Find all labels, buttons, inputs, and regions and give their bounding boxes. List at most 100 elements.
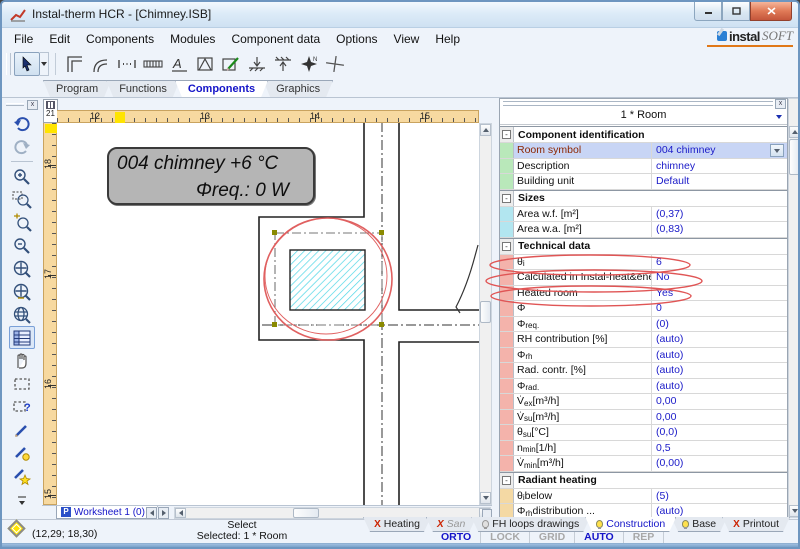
drawing-canvas[interactable]: 004 chimney +6 °C Φreq.: 0 W: [57, 123, 479, 505]
menu-modules[interactable]: Modules: [162, 30, 223, 48]
radiator-icon[interactable]: [140, 52, 166, 76]
tab-heating[interactable]: XHeating: [363, 517, 431, 532]
wall-icon[interactable]: [62, 52, 88, 76]
more-tools-icon[interactable]: [9, 487, 35, 510]
menu-edit[interactable]: Edit: [41, 30, 78, 48]
panel-scroll-thumb[interactable]: [789, 139, 800, 175]
row-description[interactable]: Descriptionchimney: [500, 159, 787, 175]
roof-icon[interactable]: [192, 52, 218, 76]
tab-program[interactable]: Program: [43, 80, 111, 97]
worksheet-next-icon[interactable]: [158, 507, 169, 519]
menu-options[interactable]: Options: [328, 30, 385, 48]
select-arrow-dropdown[interactable]: [40, 52, 49, 76]
section-radiant-heating[interactable]: -Radiant heating: [500, 472, 787, 489]
chimney-body[interactable]: [290, 250, 365, 310]
vscroll-thumb[interactable]: [480, 301, 491, 323]
panel-scroll-down-icon[interactable]: [789, 505, 800, 517]
zoom-window-icon[interactable]: [9, 188, 35, 211]
floor-level-icon[interactable]: [244, 52, 270, 76]
format-wand-icon[interactable]: [9, 441, 35, 464]
menu-view[interactable]: View: [386, 30, 428, 48]
scroll-down-icon[interactable]: [480, 492, 491, 504]
toolbar-grip[interactable]: [6, 53, 11, 75]
row-rad-contr[interactable]: Rad. contr. [%](auto): [500, 363, 787, 379]
panel-selector-dropdown[interactable]: [772, 111, 785, 123]
tab-san[interactable]: XSan: [426, 517, 476, 532]
title-bar[interactable]: Instal-therm HCR - [Chimney.ISB]: [2, 2, 798, 28]
axes-cross-icon[interactable]: [322, 52, 348, 76]
row-rh-contribution[interactable]: RH contribution [%](auto): [500, 332, 787, 348]
left-toolbar-close-icon[interactable]: x: [27, 100, 38, 110]
row-theta-i[interactable]: θi6: [500, 255, 787, 271]
tab-base[interactable]: Base: [671, 517, 727, 532]
ceiling-level-icon[interactable]: [270, 52, 296, 76]
worksheet-prev-icon[interactable]: [146, 507, 157, 519]
row-phi-req[interactable]: Φreq.(0): [500, 317, 787, 333]
row-theta-i-below[interactable]: θi below(5): [500, 489, 787, 505]
panel-splitter[interactable]: [492, 98, 499, 518]
row-v-su[interactable]: V̇su [m³/h]0,00: [500, 410, 787, 426]
tab-printout[interactable]: XPrintout: [722, 517, 790, 532]
row-phi[interactable]: Φ0: [500, 301, 787, 317]
hscroll-thumb[interactable]: [293, 508, 319, 518]
row-n-min[interactable]: nmin [1/h]0,5: [500, 441, 787, 457]
minimize-button[interactable]: [694, 2, 722, 21]
select-arrow-icon[interactable]: [14, 52, 40, 76]
tab-graphics[interactable]: Graphics: [263, 80, 333, 97]
select-query-icon[interactable]: ?: [9, 395, 35, 418]
section-technical-data[interactable]: -Technical data: [500, 238, 787, 255]
break-line-icon[interactable]: [114, 52, 140, 76]
panel-close-icon[interactable]: x: [775, 99, 786, 109]
wall-right-bottom[interactable]: [399, 342, 479, 505]
menu-components[interactable]: Components: [78, 30, 162, 48]
ruler-scale-box[interactable]: 21: [43, 99, 58, 123]
maximize-button[interactable]: [722, 2, 750, 21]
tab-functions[interactable]: Functions: [106, 80, 180, 97]
browse-icon[interactable]: [9, 303, 35, 326]
tab-components[interactable]: Components: [175, 80, 268, 97]
worksheet-tab[interactable]: P Worksheet 1 (0): [56, 506, 158, 519]
row-room-symbol[interactable]: Room symbol004 chimney: [500, 143, 787, 159]
panel-scrollbar[interactable]: [788, 98, 800, 518]
zoom-add-icon[interactable]: [9, 211, 35, 234]
select-window-icon[interactable]: [9, 372, 35, 395]
pipe-arc-icon[interactable]: [88, 52, 114, 76]
scroll-left-icon[interactable]: [175, 508, 186, 518]
text-icon[interactable]: A: [166, 52, 192, 76]
row-building-unit[interactable]: Building unitDefault: [500, 174, 787, 190]
row-phi-rh[interactable]: Φrh(auto): [500, 348, 787, 364]
room-symbol-dropdown-icon[interactable]: [770, 144, 784, 157]
room-label[interactable]: 004 chimney +6 °C Φreq.: 0 W: [107, 147, 315, 205]
tab-fh-loops-drawings[interactable]: FH loops drawings: [471, 517, 590, 532]
row-theta-su[interactable]: θsu [°C](0,0): [500, 425, 787, 441]
pencil-icon[interactable]: [9, 418, 35, 441]
zoom-scale-icon[interactable]: [9, 280, 35, 303]
magic-wand-icon[interactable]: [9, 464, 35, 487]
tab-construction[interactable]: Construction: [585, 517, 676, 532]
row-calculated-in[interactable]: Calculated in Instal-heat&energyNo: [500, 270, 787, 286]
left-toolbar-grip[interactable]: [6, 103, 24, 106]
section-component-identification[interactable]: -Component identification: [500, 126, 787, 143]
menu-component-data[interactable]: Component data: [223, 30, 328, 48]
door-arc[interactable]: [456, 245, 478, 313]
edit-drawing-icon[interactable]: [218, 52, 244, 76]
pan-hand-icon[interactable]: [9, 349, 35, 372]
undo-icon[interactable]: [9, 112, 35, 135]
section-sizes[interactable]: -Sizes: [500, 190, 787, 207]
canvas-vscrollbar[interactable]: [479, 123, 492, 505]
close-button[interactable]: [750, 2, 792, 21]
zoom-extents-icon[interactable]: [9, 257, 35, 280]
row-area-wf[interactable]: Area w.f. [m²](0,37): [500, 207, 787, 223]
row-v-min[interactable]: V̇min [m³/h](0,00): [500, 456, 787, 472]
menu-help[interactable]: Help: [427, 30, 468, 48]
scroll-up-icon[interactable]: [480, 124, 491, 136]
row-heated-room[interactable]: Heated roomYes: [500, 286, 787, 302]
row-v-ex[interactable]: V̇ex [m³/h]0,00: [500, 394, 787, 410]
zoom-out-icon[interactable]: [9, 234, 35, 257]
redo-icon[interactable]: [9, 135, 35, 158]
component-table-icon[interactable]: [9, 326, 35, 349]
panel-scroll-up-icon[interactable]: [789, 126, 800, 138]
panel-grip[interactable]: [503, 101, 773, 106]
north-arrow-icon[interactable]: N: [296, 52, 322, 76]
row-phi-rad[interactable]: Φrad.(auto): [500, 379, 787, 395]
